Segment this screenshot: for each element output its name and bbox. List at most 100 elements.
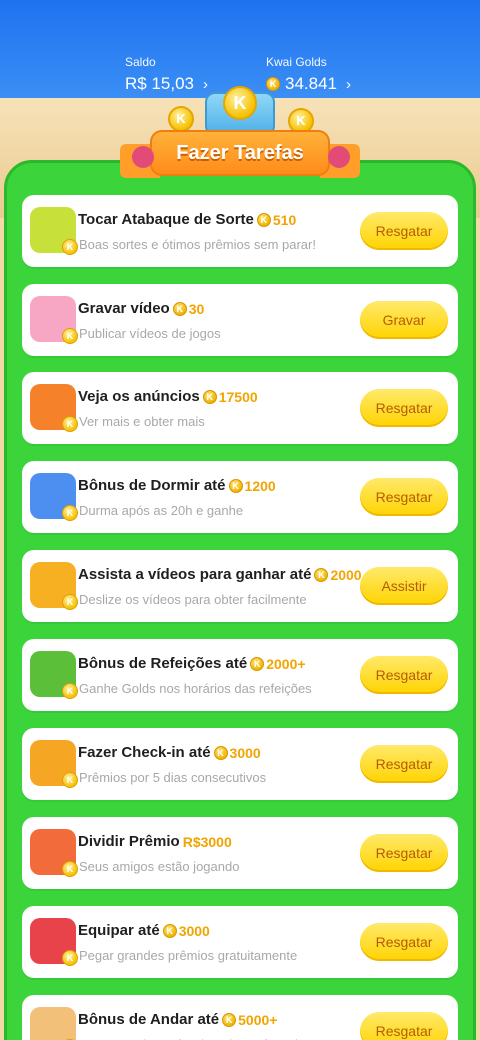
- calendar-icon: K: [30, 740, 78, 788]
- task-card[interactable]: K Veja os anúncios K 17500 Ver mais e obter …: [22, 372, 458, 444]
- task-title: Tocar Atabaque de Sorte K 510: [78, 211, 296, 228]
- task-reward: K 510: [256, 211, 297, 228]
- task-description: Ver mais e obter mais: [79, 414, 205, 429]
- task-action-button[interactable]: Resgatar: [360, 389, 448, 427]
- task-action-button[interactable]: Resgatar: [360, 923, 448, 961]
- task-title: Bônus de Andar até K 5000+: [78, 1011, 277, 1028]
- golds-label: Kwai Golds: [266, 55, 327, 69]
- task-action-button[interactable]: Resgatar: [360, 478, 448, 516]
- task-title-text: Fazer Check-in até: [78, 744, 211, 761]
- gold-coin-icon: K: [256, 212, 271, 227]
- gold-coin-icon: K: [202, 389, 217, 404]
- saldo-balance[interactable]: Saldo R$ 15,03 ›: [125, 55, 208, 94]
- task-description: Ganhe Golds nos horários das refeições: [79, 681, 312, 696]
- k-coin-icon: K: [62, 861, 78, 877]
- task-description: Prêmios por 5 dias consecutivos: [79, 770, 267, 785]
- task-reward: R$3000: [183, 834, 232, 850]
- task-reward: K 2000+: [250, 655, 306, 672]
- k-coin-icon: K: [62, 950, 78, 966]
- meal-icon: K: [30, 651, 78, 699]
- task-card[interactable]: K Fazer Check-in até K 3000 Prêmios por 5 di…: [22, 728, 458, 800]
- task-action-button[interactable]: Gravar: [360, 301, 448, 339]
- task-reward-value: R$3000: [182, 833, 232, 850]
- chevron-right-icon: ›: [203, 75, 208, 93]
- gold-coin-icon: K: [250, 656, 265, 671]
- task-reward: K 1200: [228, 478, 276, 494]
- task-card[interactable]: K Equipar até K 3000 Pegar grandes prêmios g…: [22, 906, 458, 978]
- task-title-text: Gravar vídeo: [78, 300, 170, 317]
- task-card[interactable]: K Bônus de Refeições até K 2000+ Ganhe Golds…: [22, 639, 458, 711]
- task-card[interactable]: K Gravar vídeo K 30 Publicar vídeos de jogos…: [22, 284, 458, 356]
- drum-icon: K: [30, 207, 78, 255]
- task-title-text: Tocar Atabaque de Sorte: [78, 211, 254, 228]
- moon-icon: K: [30, 473, 78, 521]
- task-card[interactable]: KBônus de Andar atéK5000+Quanto mais voc…: [22, 995, 458, 1040]
- banner-ribbon: Fazer Tarefas: [150, 130, 330, 176]
- task-description: Pegar grandes prêmios gratuitamente: [79, 948, 298, 963]
- gold-coin-icon: K: [162, 923, 177, 938]
- task-title: Gravar vídeo K 30: [78, 300, 204, 317]
- task-title-text: Bônus de Refeições até: [78, 655, 248, 672]
- task-reward: K 5000+: [222, 1012, 277, 1028]
- task-description: Deslize os vídeos para obter facilmente: [79, 592, 307, 607]
- task-action-button[interactable]: Assistir: [360, 567, 448, 605]
- task-reward-value: 3000: [229, 744, 261, 761]
- task-reward: K 2000: [314, 566, 362, 583]
- tv-icon: K: [30, 384, 78, 432]
- k-coin-icon: K: [62, 683, 78, 699]
- task-action-button[interactable]: Resgatar: [360, 656, 448, 694]
- task-title-text: Equipar até: [78, 922, 160, 939]
- gold-coin-icon: K: [213, 745, 228, 760]
- top-balance-bar: Saldo R$ 15,03 › Kwai Golds K 34.841 ›: [0, 0, 480, 100]
- golds-value: 34.841: [285, 74, 337, 93]
- task-reward-value: 30: [188, 300, 205, 317]
- saldo-label: Saldo: [125, 55, 156, 69]
- kwai-golds-balance[interactable]: Kwai Golds K 34.841 ›: [266, 55, 351, 94]
- camera-icon: K: [30, 562, 78, 610]
- task-title: Bônus de Refeições até K 2000+: [78, 655, 306, 672]
- task-title-text: Veja os anúncios: [78, 388, 200, 405]
- task-reward: K 3000: [162, 923, 210, 939]
- task-action-button[interactable]: Resgatar: [360, 745, 448, 783]
- task-title: Bônus de Dormir até K 1200: [78, 477, 276, 494]
- bird-icon: [328, 146, 350, 168]
- gold-coin-icon: K: [266, 77, 280, 91]
- task-reward-value: 2000+: [266, 655, 306, 672]
- task-reward-value: 510: [272, 211, 297, 228]
- task-description: Publicar vídeos de jogos: [79, 326, 221, 341]
- task-reward-value: 2000: [330, 566, 362, 583]
- task-card[interactable]: K Bônus de Dormir até K 1200 Durma após as 2…: [22, 461, 458, 533]
- task-reward: K 30: [172, 300, 205, 317]
- task-card[interactable]: K Tocar Atabaque de Sorte K 510 Boas sortes …: [22, 195, 458, 267]
- task-card[interactable]: K Dividir Prêmio R$3000 Seus amigos estão j…: [22, 817, 458, 889]
- task-description: Seus amigos estão jogando: [79, 859, 240, 874]
- chevron-right-icon: ›: [346, 75, 351, 93]
- saldo-value: R$ 15,03: [125, 74, 194, 93]
- task-title-text: Dividir Prêmio: [78, 833, 180, 850]
- task-action-button[interactable]: Resgatar: [360, 834, 448, 872]
- banner-title: Fazer Tarefas: [176, 141, 304, 164]
- k-coin-icon: K: [62, 239, 78, 255]
- gold-coin-icon: K: [222, 1012, 237, 1027]
- task-action-button[interactable]: Resgatar: [360, 212, 448, 250]
- walking-boy-icon: K: [30, 1007, 78, 1040]
- task-title: Assista a vídeos para ganhar até K 2000: [78, 566, 362, 583]
- task-action-button[interactable]: Resgatar: [360, 1012, 448, 1040]
- k-coin-icon: K: [62, 594, 78, 610]
- task-title-text: Bônus de Dormir até: [78, 477, 226, 494]
- gift-icon: K: [30, 829, 78, 877]
- task-title: Equipar até K 3000: [78, 922, 210, 939]
- task-title-text: Bônus de Andar até: [78, 1011, 220, 1028]
- k-coin-icon: K: [62, 328, 78, 344]
- task-reward: K 17500: [202, 389, 258, 405]
- task-title: Dividir Prêmio R$3000: [78, 833, 232, 850]
- gold-coin-icon: K: [314, 567, 329, 582]
- k-coin-icon: K: [62, 416, 78, 432]
- task-reward: K 3000: [213, 744, 261, 761]
- task-card[interactable]: K Assista a vídeos para ganhar até K 2000 De…: [22, 550, 458, 622]
- bird-icon: [132, 146, 154, 168]
- k-coin-icon: K: [168, 106, 194, 132]
- gold-coin-icon: K: [228, 478, 243, 493]
- task-title: Veja os anúncios K 17500: [78, 388, 258, 405]
- k-coin-icon: K: [62, 505, 78, 521]
